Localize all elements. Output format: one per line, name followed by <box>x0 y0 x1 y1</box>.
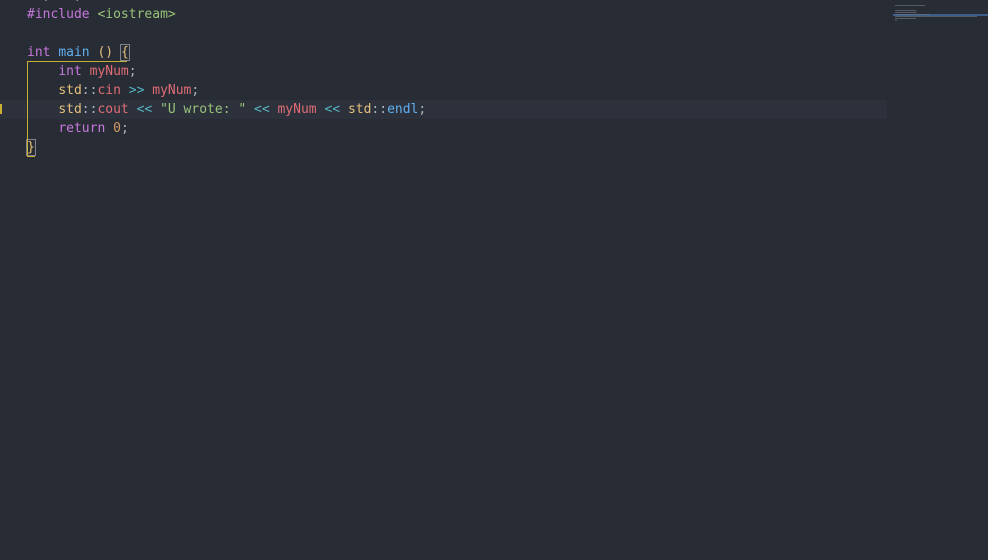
minimap-line <box>895 5 926 6</box>
code-token: :: <box>371 102 388 117</box>
code-token: ; <box>418 102 427 117</box>
code-line[interactable]: #include <iostream> <box>27 5 176 24</box>
gutter-change-marker <box>0 104 2 114</box>
minimap-line <box>895 12 918 13</box>
code-token: return <box>58 121 106 136</box>
code-token: { <box>119 44 130 61</box>
code-line[interactable]: std::cout << "U wrote: " << myNum << std… <box>27 100 426 119</box>
code-token: myNum <box>277 102 317 117</box>
code-token: >> <box>128 83 145 98</box>
minimap-line <box>895 20 897 21</box>
minimap-line <box>895 14 931 15</box>
code-token: cout <box>97 102 129 117</box>
code-token: #include <box>27 7 90 22</box>
partial-code-line: , , <box>27 0 144 4</box>
bracket-pair-guide-top <box>27 61 127 62</box>
code-token: int <box>58 64 82 79</box>
code-token: <iostream> <box>97 7 176 22</box>
code-line[interactable]: std::cin >> myNum; <box>27 81 199 100</box>
code-token: :: <box>81 102 98 117</box>
bracket-pair-guide <box>27 61 28 156</box>
code-token: :: <box>81 83 98 98</box>
code-token: ; <box>120 121 129 136</box>
code-token: () <box>97 45 114 60</box>
minimap[interactable] <box>893 0 988 30</box>
code-token: int <box>27 45 51 60</box>
code-editor[interactable]: , , #include <iostream> int main () { int… <box>0 0 988 560</box>
code-token: } <box>26 139 36 156</box>
code-token: myNum <box>152 83 192 98</box>
code-line[interactable]: int myNum; <box>27 62 137 81</box>
code-line[interactable]: int main () { <box>27 43 130 62</box>
code-token: main <box>58 45 90 60</box>
code-token: std <box>58 102 82 117</box>
code-token: endl <box>387 102 419 117</box>
code-token: 0 <box>113 121 121 136</box>
minimap-line <box>895 18 916 19</box>
code-token: ; <box>128 64 137 79</box>
minimap-line <box>895 16 977 17</box>
code-token: "U wrote: " <box>160 102 247 117</box>
code-token: std <box>58 83 82 98</box>
code-token: std <box>347 102 372 117</box>
code-token: << <box>136 102 153 117</box>
code-token: << <box>254 102 270 117</box>
bracket-pair-guide-bottom <box>27 156 35 157</box>
code-token: ; <box>191 83 200 98</box>
code-line[interactable]: return 0; <box>27 119 129 138</box>
code-token: myNum <box>89 64 129 79</box>
minimap-line <box>895 10 916 11</box>
code-token: cin <box>97 83 121 98</box>
code-token: << <box>324 102 341 117</box>
code-line[interactable]: } <box>26 138 36 157</box>
